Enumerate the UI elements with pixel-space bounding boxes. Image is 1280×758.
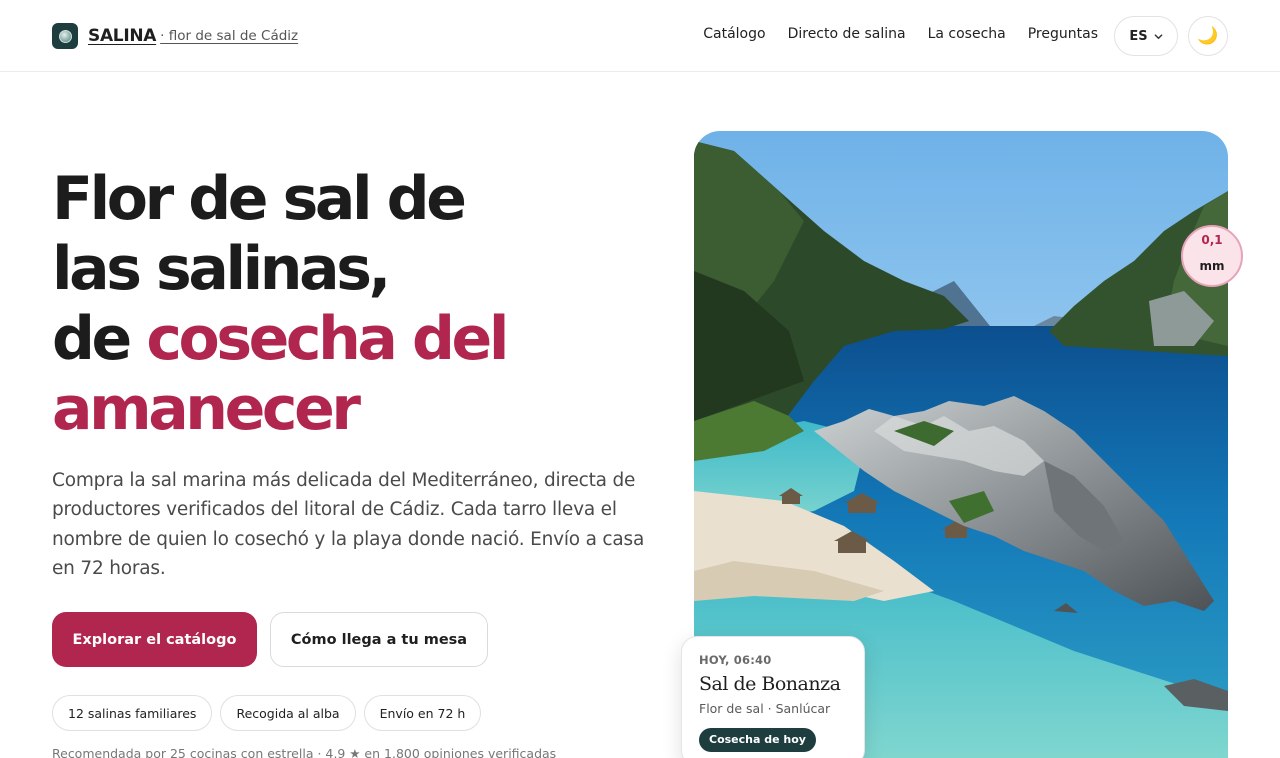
nav-catalogo[interactable]: Catálogo: [703, 26, 765, 42]
grain-size-badge: 0,1 mm: [1181, 225, 1243, 287]
chevron-down-icon: [1154, 33, 1162, 39]
harvest-name: Sal de Bonanza: [699, 673, 841, 695]
hero-title-accent: cosecha del: [146, 304, 509, 374]
nav-preguntas[interactable]: Preguntas: [1028, 26, 1098, 42]
theme-toggle-button[interactable]: 🌙: [1188, 16, 1228, 56]
moon-icon: 🌙: [1197, 26, 1219, 46]
harvest-badge: Cosecha de hoy: [699, 728, 816, 752]
brand-link[interactable]: SALINA · flor de sal de Cádiz: [52, 23, 298, 49]
harvest-meta: Flor de sal · Sanlúcar: [699, 701, 831, 716]
hero-title: Flor de sal de las salinas, de cosecha d…: [52, 164, 652, 444]
nav-la-cosecha[interactable]: La cosecha: [928, 26, 1006, 42]
hero-title-plain: de: [52, 304, 147, 374]
feature-chips: 12 salinas familiares Recogida al alba E…: [52, 695, 482, 731]
social-proof: Recomendada por 25 cocinas con estrella …: [52, 746, 557, 758]
language-select[interactable]: ES: [1114, 16, 1178, 56]
chip-salinas: 12 salinas familiares: [52, 695, 213, 731]
hero-title-line-2: las salinas,: [52, 234, 391, 304]
hero-title-line-4: amanecer: [52, 374, 361, 444]
nav-directo-de-salina[interactable]: Directo de salina: [788, 26, 906, 42]
site-header: SALINA · flor de sal de Cádiz Catálogo D…: [0, 0, 1280, 72]
hero-lead: Compra la sal marina más delicada del Me…: [52, 470, 645, 579]
harvest-card: HOY, 06:40 Sal de Bonanza Flor de sal · …: [681, 636, 865, 758]
harvest-time: HOY, 06:40: [699, 653, 772, 667]
main-nav: Catálogo Directo de salina La cosecha Pr…: [703, 26, 1098, 42]
grain-size-value: 0,1: [1201, 233, 1223, 247]
language-label: ES: [1129, 28, 1148, 44]
hero-title-line-1: Flor de sal de: [52, 164, 467, 234]
brand-name: SALINA: [88, 26, 157, 46]
grain-size-unit: mm: [1199, 259, 1225, 273]
how-it-arrives-button[interactable]: Cómo llega a tu mesa: [270, 612, 488, 667]
chip-envio: Envío en 72 h: [363, 695, 482, 731]
salt-logo-icon: [52, 23, 78, 49]
explore-catalog-button[interactable]: Explorar el catálogo: [52, 612, 257, 667]
hero-title-line-3: de cosecha del: [52, 304, 652, 374]
chip-recogida: Recogida al alba: [220, 695, 356, 731]
brand-tagline: · flor de sal de Cádiz: [160, 28, 299, 44]
